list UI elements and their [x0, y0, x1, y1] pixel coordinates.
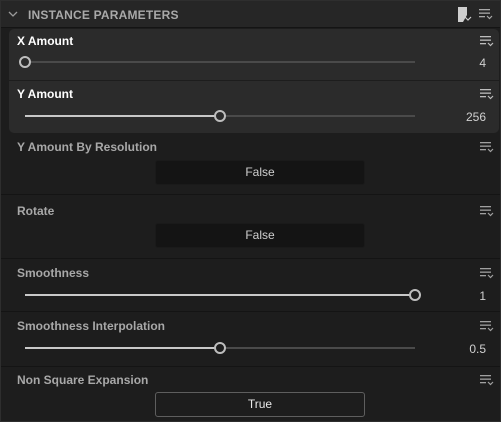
param-label: X Amount	[17, 34, 74, 48]
param-row-x-amount: X Amount 4	[1, 29, 500, 81]
param-label: Smoothness Interpolation	[17, 319, 166, 333]
boolean-toggle-button[interactable]: False	[155, 223, 365, 248]
param-menu-icon[interactable]	[480, 373, 494, 387]
boolean-toggle-button[interactable]: False	[155, 160, 365, 185]
param-menu-icon[interactable]	[480, 140, 494, 154]
param-value[interactable]: 0.5	[469, 342, 486, 356]
slider-track[interactable]	[25, 342, 415, 354]
slider-track[interactable]	[19, 56, 415, 68]
param-menu-icon[interactable]	[480, 34, 494, 48]
copy-icon[interactable]	[456, 6, 472, 23]
param-row-y-amount: Y Amount 256	[1, 81, 500, 134]
param-label: Non Square Expansion	[17, 373, 149, 387]
param-label: Rotate	[17, 204, 55, 218]
param-menu-icon[interactable]	[480, 204, 494, 218]
slider-track[interactable]	[25, 110, 415, 122]
slider-fill	[25, 294, 415, 296]
param-value[interactable]: 4	[479, 56, 486, 70]
param-menu-icon[interactable]	[480, 266, 494, 280]
param-row-non-square-expansion: Non Square Expansion True	[1, 367, 500, 422]
param-label: Y Amount	[17, 87, 73, 101]
param-menu-icon[interactable]	[480, 319, 494, 333]
param-row-smoothness-interpolation: Smoothness Interpolation 0.5	[1, 312, 500, 367]
param-row-y-amount-by-resolution: Y Amount By Resolution False	[1, 134, 500, 195]
options-menu-icon[interactable]	[479, 7, 493, 21]
slider-knob[interactable]	[214, 342, 226, 354]
panel-title: INSTANCE PARAMETERS	[28, 8, 179, 22]
param-value[interactable]: 1	[479, 289, 486, 303]
slider-fill	[25, 347, 220, 349]
param-row-rotate: Rotate False	[1, 195, 500, 259]
param-menu-icon[interactable]	[480, 87, 494, 101]
instance-parameters-panel: INSTANCE PARAMETERS X Amount 4 Y Amount	[0, 0, 501, 422]
slider-knob[interactable]	[214, 110, 226, 122]
param-value[interactable]: 256	[466, 110, 486, 124]
param-label: Smoothness	[17, 266, 90, 280]
slider-knob[interactable]	[19, 56, 31, 68]
param-label: Y Amount By Resolution	[17, 140, 158, 154]
slider-track[interactable]	[25, 289, 421, 301]
chevron-down-icon[interactable]	[7, 8, 19, 20]
param-row-smoothness: Smoothness 1	[1, 259, 500, 312]
boolean-toggle-button[interactable]: True	[155, 392, 365, 417]
panel-header[interactable]: INSTANCE PARAMETERS	[1, 1, 500, 28]
slider-fill	[25, 115, 220, 117]
slider-knob[interactable]	[409, 289, 421, 301]
